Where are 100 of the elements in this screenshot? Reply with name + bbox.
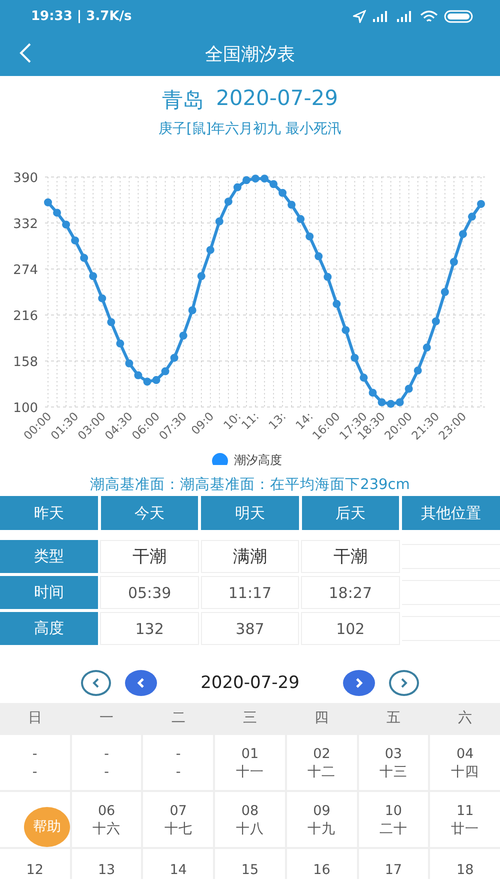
data-point xyxy=(143,378,152,386)
data-point xyxy=(80,254,88,262)
data-point xyxy=(404,384,413,393)
table-cell: 18:27 xyxy=(301,576,400,609)
day-tab[interactable]: 其他位置 xyxy=(402,496,500,530)
data-point xyxy=(332,300,341,308)
calendar-day[interactable]: 10 二十 xyxy=(358,792,428,847)
datum-note: 潮高基准面：潮高基准面：在平均海面下239cm xyxy=(89,476,411,494)
calendar-day[interactable]: 03 十三 xyxy=(358,735,428,790)
calendar-day[interactable]: 16 xyxy=(286,849,357,879)
calendar-day[interactable]: 12 xyxy=(0,849,70,879)
day-tab[interactable]: 明天 xyxy=(201,496,299,530)
table-cell: 满潮 xyxy=(200,540,300,573)
chevron-left-icon xyxy=(134,677,147,689)
table-cell: 132 xyxy=(100,612,199,645)
chevron-right-icon xyxy=(353,677,366,689)
signal-icon xyxy=(372,10,390,22)
calendar-day[interactable]: 04 十四 xyxy=(430,735,500,790)
data-point xyxy=(360,374,368,382)
calendar-day[interactable]: - - xyxy=(0,735,70,790)
next-month-button[interactable] xyxy=(343,670,376,696)
row-header: 高度 xyxy=(0,612,98,645)
data-point xyxy=(71,236,80,244)
data-point xyxy=(179,332,188,340)
calendar-day[interactable]: 07 十七 xyxy=(143,792,214,847)
data-point xyxy=(107,318,116,326)
data-point xyxy=(170,354,178,362)
row-header: 时间 xyxy=(0,576,98,609)
calendar-day[interactable]: 17 xyxy=(358,849,428,879)
lunar-date: 庚子[鼠]年六月初九 最小死汛 xyxy=(157,120,343,138)
y-axis-label: 332 xyxy=(13,217,38,232)
data-point xyxy=(386,400,395,408)
place-name: 青岛 xyxy=(162,87,204,114)
calendar-day[interactable]: 01 十一 xyxy=(215,735,285,790)
table-cell: 干潮 xyxy=(100,540,199,573)
data-point xyxy=(324,272,332,281)
data-point xyxy=(288,200,296,209)
page-title: 全国潮汐表 xyxy=(205,43,295,66)
y-axis-label: 274 xyxy=(13,263,38,278)
data-point xyxy=(224,198,232,206)
table-cell: 05:39 xyxy=(100,576,199,609)
data-point xyxy=(270,180,278,188)
data-point xyxy=(215,217,224,226)
y-axis-label: 100 xyxy=(13,401,38,416)
location-arrow-icon xyxy=(353,10,366,22)
data-point xyxy=(314,252,323,260)
data-point xyxy=(342,326,350,334)
day-tab[interactable]: 昨天 xyxy=(0,496,98,530)
data-point xyxy=(458,230,467,238)
data-point xyxy=(468,212,476,221)
day-tab[interactable]: 今天 xyxy=(100,496,198,530)
y-axis-label: 216 xyxy=(13,309,38,324)
data-point xyxy=(450,258,458,266)
calendar-day[interactable]: 06 十六 xyxy=(72,792,142,847)
signal-icon xyxy=(396,10,414,22)
data-point xyxy=(98,294,106,302)
data-point xyxy=(152,376,160,384)
x-axis-label: 13: xyxy=(266,409,289,432)
calendar-day[interactable]: 08 十八 xyxy=(215,792,285,847)
data-point xyxy=(251,174,260,183)
data-point xyxy=(278,188,287,197)
data-point xyxy=(197,272,206,280)
data-point xyxy=(134,371,142,380)
data-point xyxy=(206,246,214,254)
previous-year-button[interactable] xyxy=(80,670,111,696)
legend-label: 潮汐高度 xyxy=(234,452,282,469)
status-time: 19:33 | 3.7K/s xyxy=(31,8,132,24)
data-point xyxy=(306,232,314,240)
battery-icon xyxy=(444,10,474,22)
table-cell: 干潮 xyxy=(301,540,400,573)
row-header: 类型 xyxy=(0,540,98,573)
calendar-day[interactable]: 11 廿一 xyxy=(430,792,500,847)
y-axis-label: 158 xyxy=(13,355,38,370)
previous-month-button[interactable] xyxy=(124,670,157,696)
table-cell: 102 xyxy=(301,612,400,645)
data-point xyxy=(440,288,449,296)
data-point xyxy=(432,317,440,326)
table-cell: 11:17 xyxy=(200,576,300,609)
calendar-day[interactable]: - - xyxy=(143,735,214,790)
day-tab[interactable]: 后天 xyxy=(302,496,400,530)
data-point xyxy=(350,354,359,362)
calendar-day[interactable]: 15 xyxy=(215,849,285,879)
next-year-button[interactable] xyxy=(389,670,420,696)
data-point xyxy=(125,359,134,368)
calendar-day[interactable]: 09 十九 xyxy=(286,792,357,847)
data-point xyxy=(188,306,196,314)
calendar-day[interactable]: 02 十二 xyxy=(286,735,357,790)
x-axis-label: 11: xyxy=(238,409,262,432)
y-axis-label: 390 xyxy=(13,171,38,186)
calendar-day[interactable]: 14 xyxy=(143,849,214,879)
calendar-day[interactable]: - - xyxy=(72,735,142,790)
calendar-day[interactable]: 13 xyxy=(72,849,142,879)
data-point xyxy=(242,176,250,184)
data-point xyxy=(422,344,431,352)
data-point xyxy=(44,198,52,206)
calendar-day[interactable]: 18 xyxy=(430,849,500,879)
data-point xyxy=(368,388,377,397)
data-point xyxy=(161,367,170,376)
date-text: 2020-07-29 xyxy=(216,86,338,112)
data-point xyxy=(396,398,404,406)
